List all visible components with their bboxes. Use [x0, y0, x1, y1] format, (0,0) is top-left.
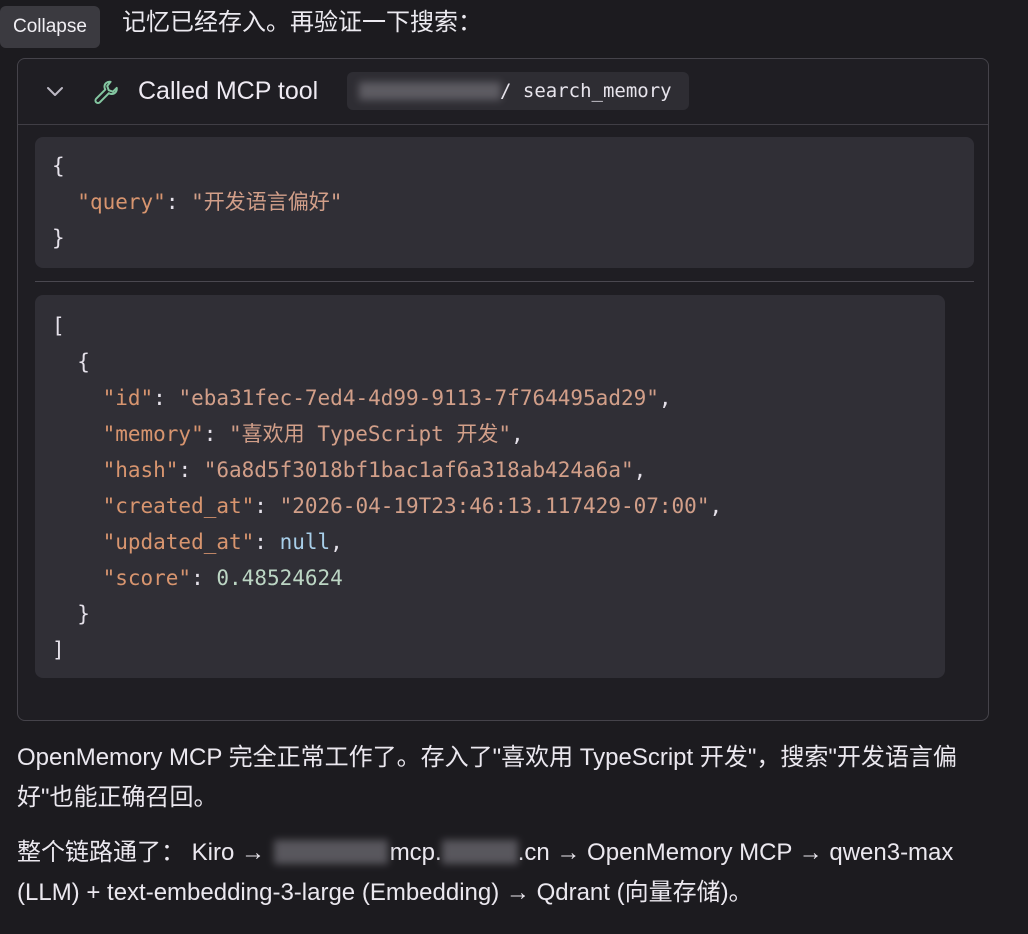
json-colon: :	[191, 566, 217, 590]
redacted-domain-middle	[441, 837, 518, 865]
json-string-value: "喜欢用 TypeScript 开发"	[229, 422, 512, 446]
json-comma: ,	[633, 458, 647, 482]
json-string-value: "开发语言偏好"	[191, 190, 343, 214]
assistant-summary-text: OpenMemory MCP 完全正常工作了。存入了"喜欢用 TypeScrip…	[17, 744, 957, 811]
json-string-value: "6a8d5f3018bf1bac1af6a318ab424a6a"	[203, 458, 634, 482]
tool-input-code-block: { "query": "开发语言偏好"}	[35, 137, 974, 268]
tool-name-pill: / search_memory	[347, 72, 689, 110]
json-key: "memory"	[102, 422, 204, 446]
json-colon: :	[203, 422, 230, 446]
json-colon: :	[254, 494, 280, 518]
json-key: "created_at"	[102, 494, 255, 518]
json-colon: :	[254, 530, 280, 554]
json-comma: ,	[658, 386, 672, 410]
json-key: "query"	[77, 190, 166, 214]
tool-call-header[interactable]: Called MCP tool / search_memory	[18, 59, 988, 125]
json-punctuation: ]	[52, 638, 65, 662]
json-punctuation: {	[77, 350, 90, 374]
chevron-down-icon[interactable]	[43, 79, 67, 103]
json-key: "score"	[102, 566, 192, 590]
tool-call-title: Called MCP tool	[138, 77, 319, 105]
redacted-domain-prefix	[272, 837, 390, 865]
json-number-value: 0.48524624	[216, 566, 343, 590]
json-punctuation: {	[52, 154, 65, 178]
wrench-icon	[94, 80, 118, 105]
pipeline-chain-paragraph: 整个链路通了： Kiro → mcp. .cn → OpenMemory MCP …	[17, 833, 1007, 913]
json-string-value: "eba31fec-7ed4-4d99-9113-7f764495ad29"	[178, 386, 659, 410]
collapse-tooltip: Collapse	[0, 6, 100, 48]
json-colon: :	[178, 458, 204, 482]
chain-mcp-part: mcp.	[389, 839, 442, 866]
chat-page: Collapse 记忆已经存入。再验证一下搜索： Called MCP tool…	[0, 0, 1028, 934]
redacted-server-name	[359, 82, 501, 100]
chain-prefix: 整个链路通了： Kiro →	[17, 839, 272, 866]
json-string-value: "2026-04-19T23:46:13.117429-07:00"	[279, 494, 710, 518]
json-punctuation: }	[77, 602, 90, 626]
json-key: "updated_at"	[102, 530, 255, 554]
tool-output-code-block: [ { "id": "eba31fec-7ed4-4d99-9113-7f764…	[35, 295, 945, 678]
tool-name-label: / search_memory	[500, 80, 672, 102]
json-punctuation: [	[52, 314, 65, 338]
json-comma: ,	[709, 494, 723, 518]
json-key: "id"	[102, 386, 154, 410]
json-key: "hash"	[102, 458, 179, 482]
mcp-tool-call-card: Called MCP tool / search_memory { "query…	[17, 58, 989, 721]
json-comma: ,	[330, 530, 343, 554]
json-punctuation: }	[52, 226, 65, 250]
json-colon: :	[165, 190, 192, 214]
json-null-value: null	[279, 530, 331, 554]
assistant-intro-text: 记忆已经存入。再验证一下搜索：	[122, 9, 482, 36]
json-comma: ,	[511, 422, 524, 446]
input-output-divider	[35, 281, 974, 282]
json-colon: :	[153, 386, 179, 410]
chain-domain-suffix: .cn	[517, 839, 550, 866]
